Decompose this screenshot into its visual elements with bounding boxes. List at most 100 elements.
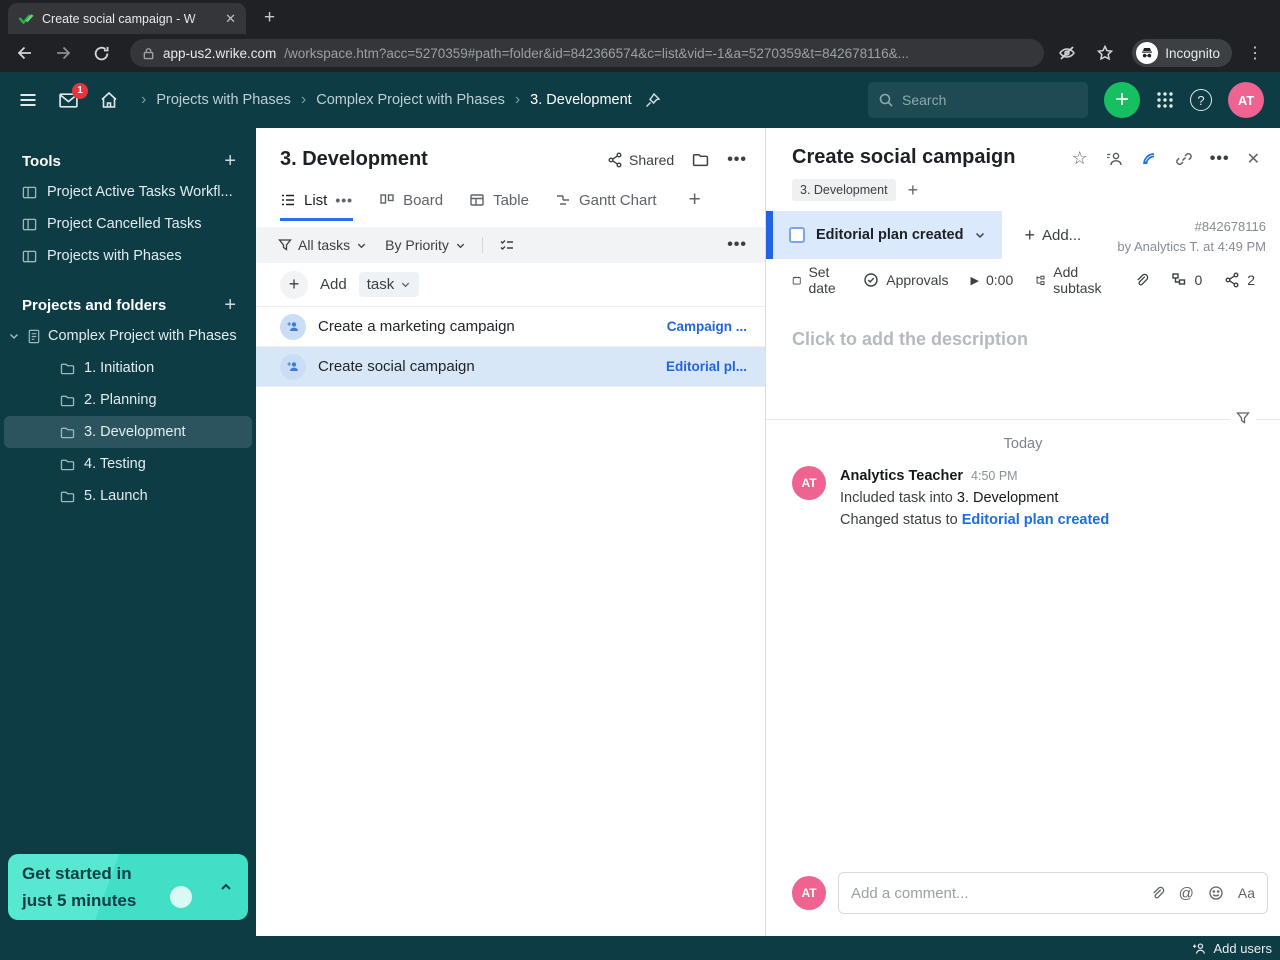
search-icon bbox=[878, 92, 894, 108]
comment-input[interactable] bbox=[851, 884, 1136, 902]
browser-menu-icon[interactable]: ⋮ bbox=[1240, 38, 1270, 68]
add-label[interactable]: Add bbox=[320, 276, 347, 293]
search-box[interactable] bbox=[868, 82, 1088, 118]
add-tool-button[interactable]: + bbox=[224, 150, 236, 173]
get-started-promo[interactable]: Get started in just 5 minutes bbox=[8, 854, 248, 920]
task-status[interactable]: Campaign ... bbox=[667, 319, 747, 334]
task-status[interactable]: Editorial pl... bbox=[666, 359, 747, 374]
reload-icon[interactable] bbox=[86, 38, 116, 68]
add-subtask-button[interactable]: Add subtask bbox=[1035, 264, 1106, 296]
status-selector[interactable]: Editorial plan created bbox=[773, 211, 1003, 259]
comment-box[interactable]: @ Aa bbox=[838, 872, 1268, 914]
add-more-label: Add... bbox=[1041, 226, 1082, 244]
dependencies-button[interactable]: 0 bbox=[1171, 272, 1202, 288]
emoji-icon[interactable] bbox=[1208, 885, 1224, 901]
add-tag-button[interactable]: + bbox=[908, 180, 919, 201]
tab-more-icon[interactable]: ••• bbox=[335, 192, 353, 208]
user-avatar[interactable]: AT bbox=[1228, 82, 1264, 118]
share-button[interactable]: 2 bbox=[1224, 272, 1255, 288]
project-icon bbox=[27, 329, 41, 344]
format-icon[interactable]: Aa bbox=[1238, 885, 1255, 901]
share-icon bbox=[1225, 272, 1239, 288]
description-area[interactable]: Click to add the description bbox=[766, 301, 1280, 419]
assignee-add-icon[interactable] bbox=[280, 313, 306, 340]
stream-filter-icon[interactable] bbox=[1230, 411, 1256, 425]
add-type-selector[interactable]: task bbox=[358, 272, 420, 297]
add-custom-field-button[interactable]: + Add... bbox=[1002, 211, 1103, 259]
sidebar-item-projects-with-phases[interactable]: Projects with Phases bbox=[0, 240, 256, 272]
sidebar-item-active-tasks[interactable]: Project Active Tasks Workfl... bbox=[0, 176, 256, 208]
add-type-label: task bbox=[366, 276, 395, 293]
shared-button[interactable]: Shared bbox=[607, 152, 674, 168]
chevron-down-icon[interactable] bbox=[8, 330, 20, 342]
set-date-button[interactable]: Set date bbox=[792, 264, 841, 296]
sidebar-phase-launch[interactable]: 5. Launch bbox=[4, 480, 252, 512]
sidebar-phase-planning[interactable]: 2. Planning bbox=[4, 384, 252, 416]
mention-icon[interactable]: @ bbox=[1179, 885, 1194, 902]
chevron-down-icon bbox=[402, 282, 410, 288]
assignees-icon[interactable] bbox=[1105, 150, 1123, 168]
hamburger-menu-icon[interactable] bbox=[18, 90, 38, 110]
tab-board[interactable]: Board bbox=[379, 179, 443, 221]
create-button[interactable]: + bbox=[1104, 82, 1140, 118]
timer-button[interactable]: ▶ 0:00 bbox=[971, 272, 1014, 288]
status-stripe bbox=[766, 211, 773, 259]
attach-icon[interactable] bbox=[1150, 885, 1165, 901]
tab-gantt[interactable]: Gantt Chart bbox=[555, 179, 657, 221]
breadcrumb-item[interactable]: Projects with Phases bbox=[156, 92, 291, 108]
chevron-down-icon bbox=[357, 243, 366, 248]
tab-list[interactable]: List ••• bbox=[280, 179, 354, 221]
sidebar-project-root[interactable]: Complex Project with Phases bbox=[0, 320, 256, 352]
permalink-icon[interactable] bbox=[1175, 150, 1193, 168]
folder-icon[interactable] bbox=[692, 152, 709, 167]
eye-off-icon[interactable] bbox=[1052, 38, 1082, 68]
add-task-plus-button[interactable]: + bbox=[280, 270, 308, 299]
sidebar-phase-development[interactable]: 3. Development bbox=[4, 416, 252, 448]
add-project-button[interactable]: + bbox=[224, 294, 236, 317]
breadcrumb-current[interactable]: 3. Development bbox=[530, 92, 632, 108]
sort-filter[interactable]: By Priority bbox=[385, 237, 466, 253]
close-icon[interactable]: ✕ bbox=[1247, 149, 1260, 169]
task-scope-filter[interactable]: All tasks bbox=[278, 237, 367, 253]
approvals-button[interactable]: Approvals bbox=[863, 272, 949, 288]
add-users-label[interactable]: Add users bbox=[1213, 941, 1272, 956]
phase-label: 4. Testing bbox=[84, 456, 146, 472]
promo-dot bbox=[170, 886, 192, 908]
filter-more-icon[interactable]: ••• bbox=[727, 236, 747, 254]
assignee-add-icon[interactable] bbox=[280, 353, 306, 380]
task-row[interactable]: Create a marketing campaign Campaign ... bbox=[256, 307, 765, 347]
breadcrumb-item[interactable]: Complex Project with Phases bbox=[316, 92, 505, 108]
url-bar[interactable]: app-us2.wrike.com/workspace.htm?acc=5270… bbox=[130, 39, 1045, 67]
promo-line2: just 5 minutes bbox=[22, 891, 137, 910]
sidebar-phase-testing[interactable]: 4. Testing bbox=[4, 448, 252, 480]
add-view-button[interactable]: + bbox=[689, 188, 701, 212]
activity-status-link[interactable]: Editorial plan created bbox=[962, 512, 1109, 528]
gantt-icon bbox=[556, 195, 569, 205]
more-options-icon[interactable]: ••• bbox=[727, 151, 747, 169]
tab-table[interactable]: Table bbox=[469, 179, 529, 221]
forward-icon[interactable] bbox=[48, 38, 78, 68]
sidebar-item-cancelled-tasks[interactable]: Project Cancelled Tasks bbox=[0, 208, 256, 240]
complete-checkbox[interactable] bbox=[789, 227, 805, 243]
new-tab-button[interactable]: + bbox=[264, 7, 275, 29]
tab-close-icon[interactable]: ✕ bbox=[225, 11, 236, 27]
search-input[interactable] bbox=[902, 92, 1078, 108]
pin-icon[interactable] bbox=[644, 92, 661, 109]
bookmark-star-icon[interactable] bbox=[1090, 38, 1120, 68]
task-row-selected[interactable]: Create social campaign Editorial pl... bbox=[256, 347, 765, 387]
browser-tab[interactable]: Create social campaign - W ✕ bbox=[8, 3, 246, 34]
apps-grid-icon[interactable] bbox=[1156, 91, 1174, 109]
home-icon[interactable] bbox=[99, 90, 119, 110]
sidebar-phase-initiation[interactable]: 1. Initiation bbox=[4, 352, 252, 384]
back-icon[interactable] bbox=[10, 38, 40, 68]
attach-button[interactable] bbox=[1134, 272, 1149, 288]
folder-tag[interactable]: 3. Development bbox=[792, 179, 896, 201]
status-row: Editorial plan created + Add... #8426781… bbox=[766, 211, 1280, 259]
help-icon[interactable]: ? bbox=[1190, 89, 1212, 111]
inbox-icon[interactable]: 1 bbox=[58, 82, 88, 111]
checklist-icon[interactable] bbox=[499, 237, 515, 253]
follow-icon[interactable] bbox=[1140, 150, 1158, 168]
star-icon[interactable]: ☆ bbox=[1072, 148, 1088, 169]
chevron-up-icon[interactable] bbox=[218, 879, 234, 895]
task-more-icon[interactable]: ••• bbox=[1210, 150, 1230, 168]
